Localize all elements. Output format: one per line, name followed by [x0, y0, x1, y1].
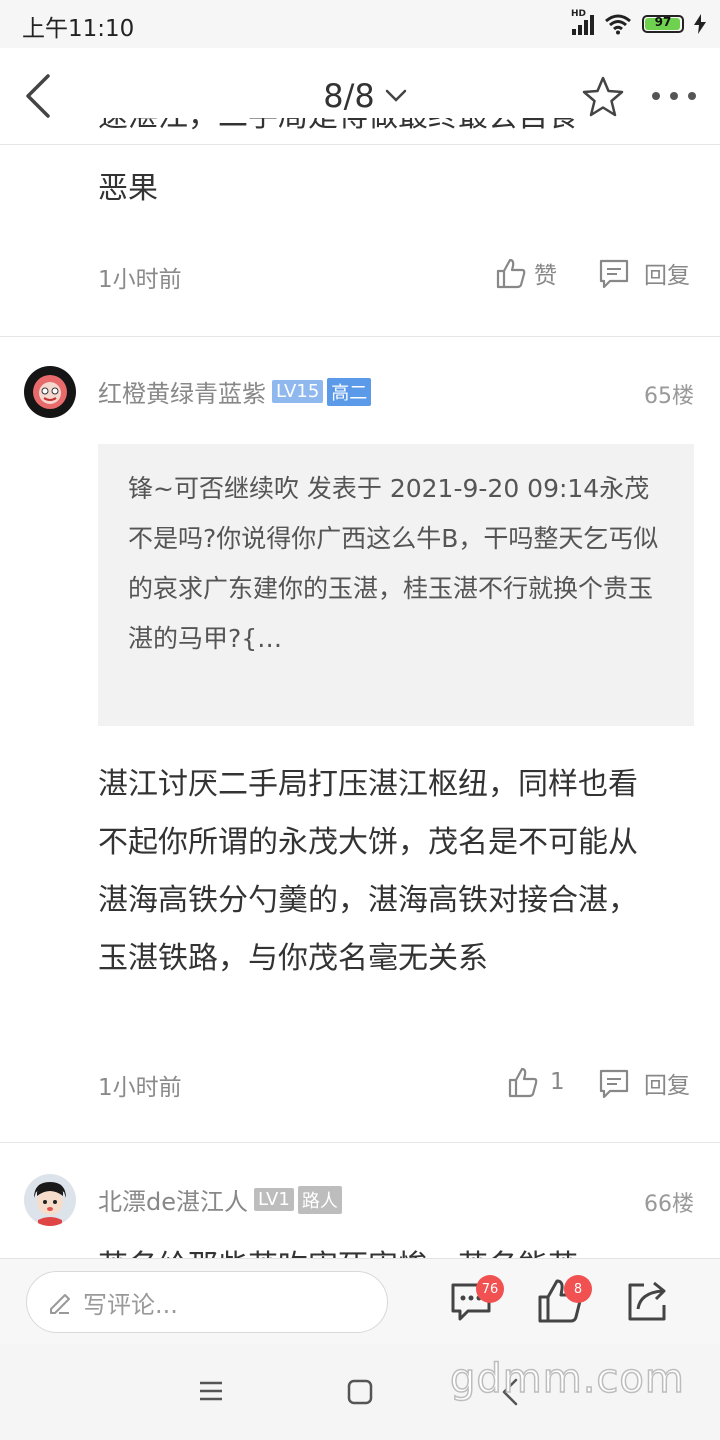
user-info: 北漂de湛江人 LV1 路人: [98, 1182, 342, 1217]
back-button[interactable]: [18, 70, 66, 122]
menu-icon[interactable]: [198, 1380, 224, 1402]
share-button[interactable]: [624, 1277, 672, 1325]
watermark: gdmm.com: [449, 1355, 685, 1403]
bottom-action-bar: 写评论... 76 8: [0, 1258, 720, 1345]
like-button[interactable]: 1: [508, 1066, 565, 1098]
reply-label: 回复: [644, 1073, 690, 1099]
avatar-image: [24, 366, 76, 418]
user-info: 红橙黄绿青蓝紫 LV15 高二: [98, 374, 372, 409]
signal-icon: HD: [571, 9, 594, 35]
back-arrow-icon: [26, 74, 50, 118]
like-post-button[interactable]: 8: [536, 1275, 592, 1325]
page-selector[interactable]: 8/8: [300, 74, 430, 118]
pencil-icon: [50, 1294, 70, 1314]
like-count: 1: [550, 1069, 565, 1095]
avatar[interactable]: [24, 1174, 76, 1226]
status-icons: HD 97: [571, 9, 706, 38]
battery-level: 97: [654, 15, 672, 29]
username[interactable]: 红橙黄绿青蓝紫: [98, 374, 266, 409]
thumbs-up-icon: [496, 258, 526, 289]
reply-button[interactable]: 回复: [598, 256, 690, 290]
quote-block[interactable]: 锋~可否继续吹 发表于 2021-9-20 09:14永茂不是吗?你说得你广西这…: [98, 444, 694, 726]
more-button[interactable]: [648, 82, 700, 110]
page-indicator: 8/8: [323, 77, 375, 115]
level-badge: LV15: [272, 380, 324, 403]
star-icon: [582, 76, 624, 117]
username[interactable]: 北漂de湛江人: [98, 1182, 248, 1217]
comment-icon: [599, 259, 629, 289]
comment-count-badge: 76: [476, 1275, 504, 1303]
comment-icon: [599, 1069, 629, 1099]
divider: [0, 1142, 720, 1143]
comment-body: 湛江讨厌二手局打压湛江枢纽，同样也看不起你所谓的永茂大饼，茂名是不可能从湛海高铁…: [98, 767, 638, 976]
home-icon[interactable]: [347, 1379, 373, 1405]
status-bar: 上午11:10 HD 97: [0, 0, 720, 48]
thumbs-up-icon: [508, 1067, 538, 1098]
like-label: 赞: [534, 263, 557, 289]
level-badge: LV1: [254, 1188, 294, 1211]
divider: [0, 336, 720, 337]
grade-badge: 路人: [297, 1185, 342, 1214]
avatar-image: [24, 1174, 76, 1226]
reply-label: 回复: [644, 263, 690, 289]
reply-button[interactable]: 回复: [598, 1066, 690, 1100]
chevron-down-icon: [385, 89, 406, 102]
favorite-button[interactable]: [580, 74, 626, 120]
like-count-badge: 8: [564, 1275, 592, 1303]
comment-partial-body: 茂名给那些茂吹害死害惨，茂名能茂: [98, 1240, 698, 1258]
like-button[interactable]: 赞: [496, 256, 557, 290]
comment-body: 恶果: [98, 171, 158, 206]
floor-number: 66楼: [644, 1192, 694, 1217]
avatar[interactable]: [24, 366, 76, 418]
battery-icon: 97: [642, 15, 684, 33]
status-time: 上午11:10: [22, 16, 135, 42]
comment-time: 1小时前: [98, 1075, 182, 1101]
comment-time: 1小时前: [98, 267, 182, 293]
quote-text: 锋~可否继续吹 发表于 2021-9-20 09:14永茂不是吗?你说得你广西这…: [128, 474, 659, 653]
comment-input[interactable]: 写评论...: [26, 1271, 388, 1333]
comment-placeholder: 写评论...: [83, 1290, 178, 1319]
wifi-icon: [605, 14, 631, 35]
network-type-label: HD: [571, 9, 587, 19]
charging-icon: [694, 14, 706, 34]
comment-partial-line: 速湛江，二手局是得做最终最会自食: [98, 118, 698, 144]
previous-comment: 速湛江，二手局是得做最终最会自食 恶果 1小时前 赞 回复: [0, 118, 720, 336]
grade-badge: 高二: [327, 377, 372, 406]
floor-number: 65楼: [644, 384, 694, 409]
more-icon: [652, 92, 696, 100]
comments-button[interactable]: 76: [448, 1275, 504, 1325]
share-icon: [628, 1281, 666, 1321]
